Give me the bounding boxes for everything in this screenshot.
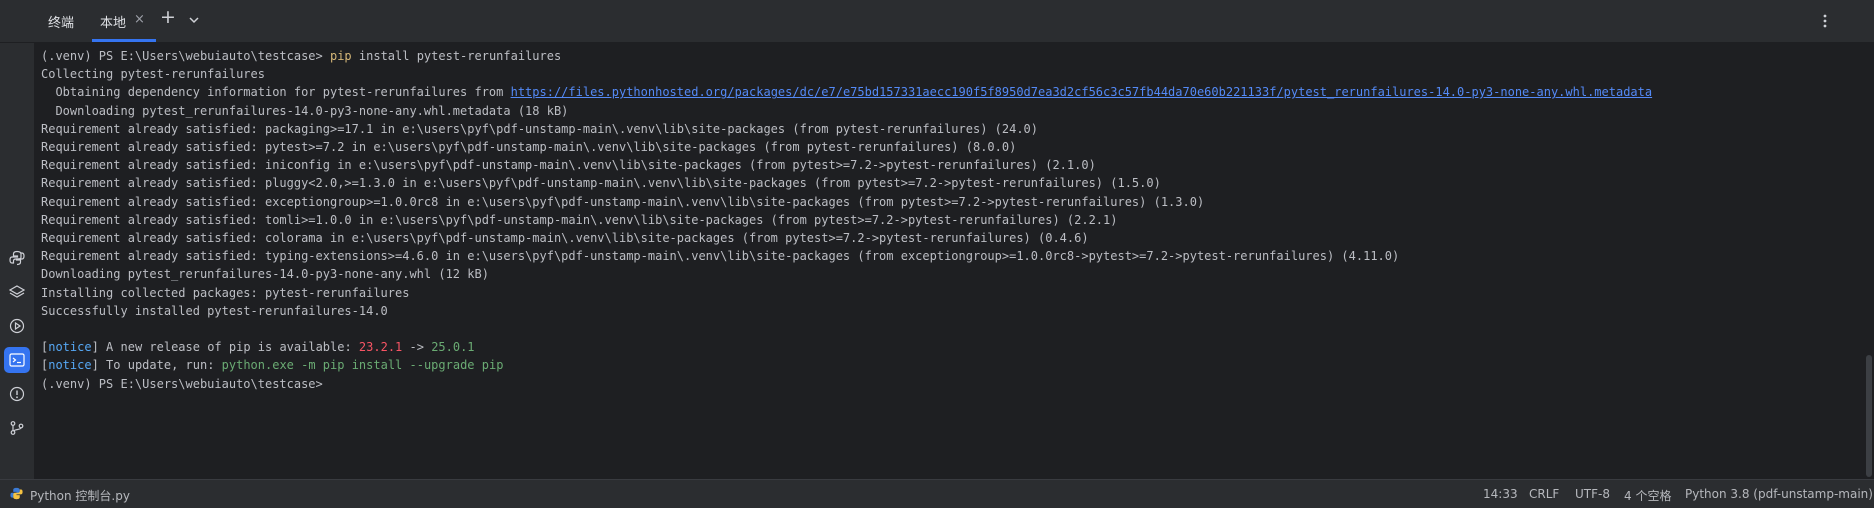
notice-message: To update, run: — [98, 358, 222, 373]
notice-tag: notice — [48, 340, 92, 355]
terminal-icon[interactable] — [4, 347, 30, 373]
file-encoding[interactable]: UTF-8 — [1575, 487, 1610, 501]
active-tab-indicator — [92, 39, 156, 42]
tab-local[interactable]: 本地 — [100, 12, 126, 31]
bracket: ] — [91, 340, 99, 355]
arrow: -> — [402, 340, 432, 355]
python-console-status[interactable]: Python 控制台.py — [30, 487, 130, 504]
update-command: python.exe -m pip install --upgrade pip — [221, 358, 504, 373]
tool-window-title: 终端 — [48, 16, 75, 31]
layers-icon[interactable] — [4, 279, 30, 305]
new-version: 25.0.1 — [431, 340, 475, 355]
terminal-prompt-line[interactable]: (.venv) PS E:\Users\webuiauto\testcase> — [41, 373, 323, 395]
terminal-tab-bar: 终端 本地 × + — [0, 0, 1874, 43]
python-console-icon[interactable] — [4, 245, 30, 271]
line-text: Obtaining dependency information for pyt… — [41, 85, 511, 100]
notice-tag: notice — [48, 358, 92, 373]
old-version: 23.2.1 — [358, 340, 403, 355]
metadata-link[interactable]: https://files.pythonhosted.org/packages/… — [511, 85, 1653, 99]
command-keyword: pip — [329, 49, 352, 63]
problems-icon[interactable] — [4, 381, 30, 407]
bracket: ] — [91, 358, 99, 373]
python-interpreter[interactable]: Python 3.8 (pdf-unstamp-main) — [1685, 487, 1873, 501]
services-run-icon[interactable] — [4, 313, 30, 339]
tool-window-sidebar — [0, 43, 34, 479]
status-bar: Python 控制台.py 14:33 CRLF UTF-8 4 个空格 Pyt… — [0, 479, 1874, 508]
python-icon — [10, 487, 23, 500]
command-args: install pytest-rerunfailures — [351, 49, 562, 63]
chevron-down-icon[interactable] — [188, 14, 200, 26]
cursor-position[interactable]: 14:33 — [1483, 487, 1518, 501]
terminal-output[interactable]: (.venv) PS E:\Users\webuiauto\testcase> … — [41, 45, 1861, 477]
more-vertical-icon[interactable] — [1822, 13, 1828, 29]
line-ending[interactable]: CRLF — [1529, 487, 1559, 501]
indent-setting[interactable]: 4 个空格 — [1624, 487, 1671, 504]
terminal-line: Successfully installed pytest-rerunfailu… — [41, 303, 388, 318]
close-tab-icon[interactable]: × — [134, 12, 145, 27]
notice-message: A new release of pip is available: — [98, 340, 359, 355]
add-tab-icon[interactable]: + — [160, 8, 176, 27]
terminal-scrollbar[interactable] — [1866, 355, 1872, 477]
prompt: (.venv) PS E:\Users\webuiauto\testcase> — [41, 49, 330, 63]
git-icon[interactable] — [4, 415, 30, 441]
